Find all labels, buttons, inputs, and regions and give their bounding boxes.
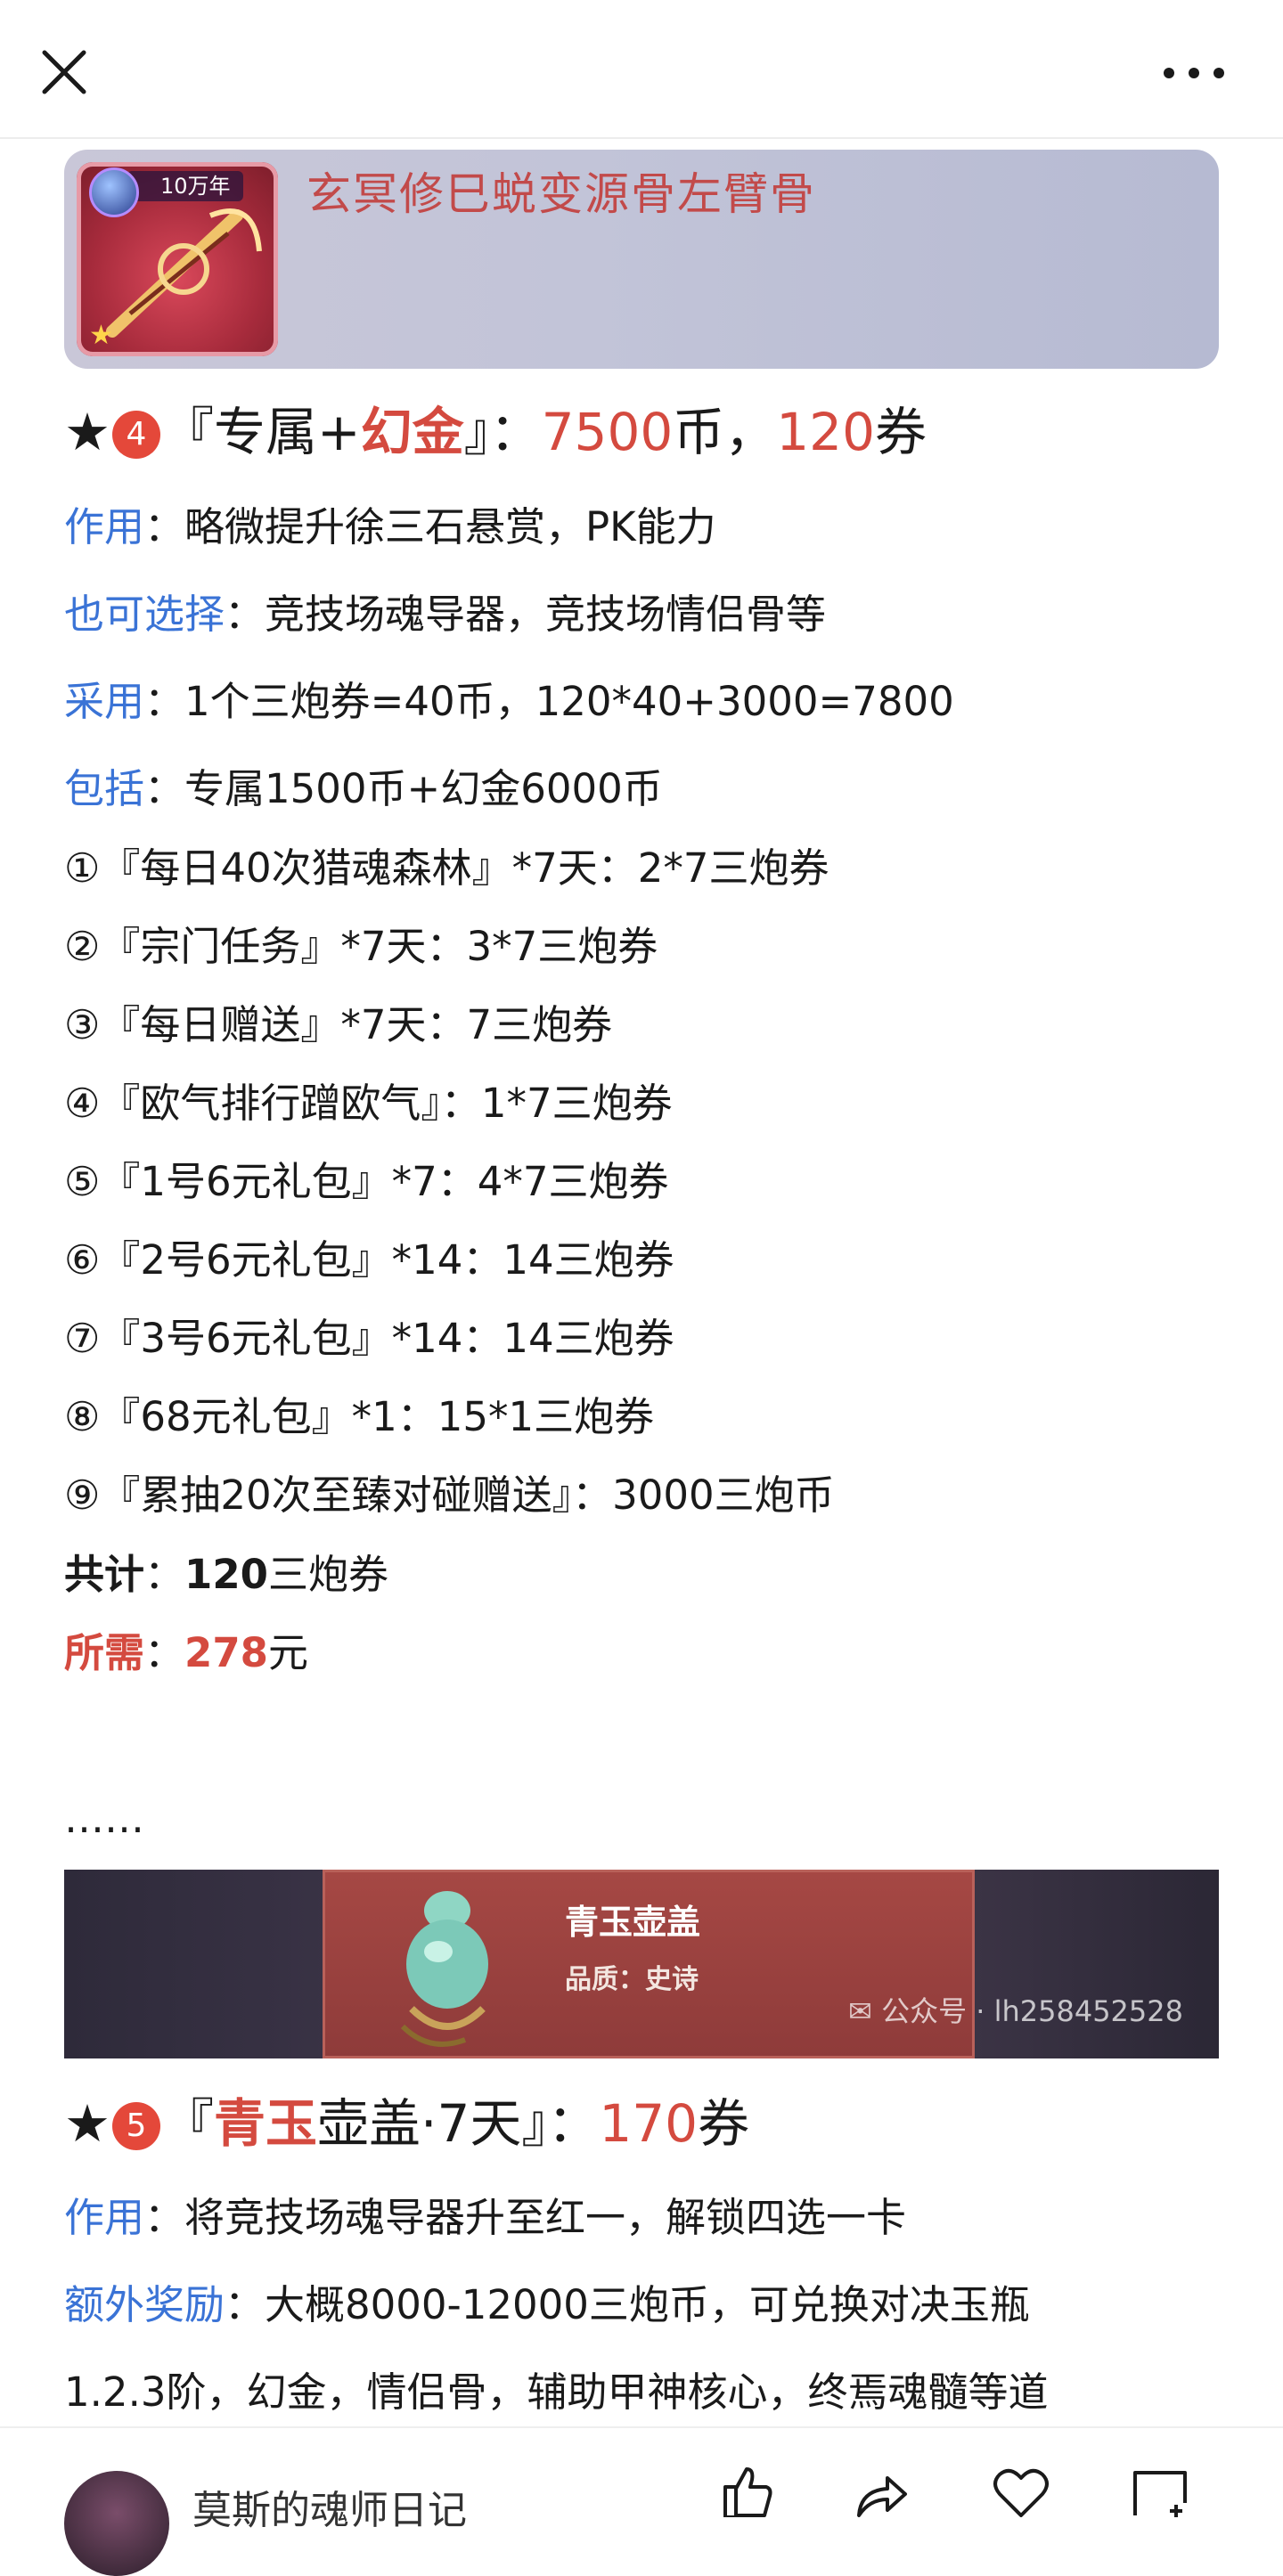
use-label: 采用 — [64, 678, 145, 725]
close-button[interactable] — [32, 40, 96, 104]
comment-icon — [1133, 2471, 1187, 2517]
jade-lid-icon — [400, 1891, 488, 2047]
bone-weapon-icon: ★ — [89, 208, 262, 351]
list-item: ①『每日40次猎魂森林』*7天：2*7三炮券 — [64, 844, 829, 892]
wechat-icon: ✉ — [848, 1994, 882, 2028]
more-icon — [1164, 68, 1174, 78]
total-line: 共计：120三炮券 — [64, 1551, 388, 1598]
watermark: ✉ 公众号 · lh258452528 — [848, 1994, 1183, 2028]
section-heading-5: ★ 5 『青玉壶盖·7天』：170券 — [64, 2093, 750, 2154]
list-item: ④『欧气排行蹭欧气』：1*7三炮券 — [64, 1080, 673, 1127]
number-badge: 5 — [112, 2102, 160, 2150]
list-item: ⑧『68元礼包』*1：15*1三炮券 — [64, 1393, 655, 1440]
star-glyph: ★ — [64, 402, 110, 462]
list-item: ②『宗门任务』*7天：3*7三炮券 — [64, 923, 658, 970]
share-icon — [857, 2476, 907, 2517]
section-heading-4: ★ 4 『专属+幻金』：7500币，120券 — [64, 402, 927, 462]
need-line: 所需：278元 — [64, 1629, 308, 1676]
list-item: ⑥『2号6元礼包』*14：14三炮券 — [64, 1236, 674, 1284]
item-banner-bone: 10万年 ★ 玄冥修巳蜕变源骨左臂骨 — [64, 150, 1219, 369]
effect-label: 作用 — [64, 503, 145, 550]
alternative-label: 也可选择 — [64, 591, 225, 638]
item-card-image: 10万年 ★ — [77, 162, 278, 356]
use-line: 采用：1个三炮券=40币，120*40+3000=7800 — [64, 678, 954, 725]
include-line: 包括：专属1500币+幻金6000币 — [64, 765, 663, 812]
top-bar — [0, 0, 1283, 139]
highlight-text: 幻金 — [360, 402, 464, 462]
need-label: 所需 — [64, 1629, 145, 1676]
list-item: ⑦『3号6元礼包』*14：14三炮券 — [64, 1315, 674, 1362]
more-button[interactable] — [1158, 55, 1230, 91]
svg-text:★: ★ — [89, 320, 113, 351]
number-badge: 4 — [112, 411, 160, 459]
bottom-bar: 莫斯的魂师日记 — [0, 2426, 1283, 2576]
comment-button[interactable] — [1128, 2464, 1192, 2517]
author-name[interactable]: 莫斯的魂师日记 — [192, 2478, 467, 2535]
extra-reward-continued: 1.2.3阶，幻金，情侣骨，辅助甲神核心，终焉魂髓等道 — [64, 2368, 1049, 2416]
item-panel: 青玉壶盖 品质：史诗 — [323, 1870, 975, 2058]
close-icon — [42, 50, 86, 94]
total-label: 共计 — [64, 1551, 145, 1598]
star-glyph: ★ — [64, 2093, 110, 2154]
need-value: 278 — [184, 1629, 268, 1676]
extra-reward-line: 额外奖励：大概8000-12000三炮币，可兑换对决玉瓶 — [64, 2281, 1030, 2328]
share-button[interactable] — [848, 2464, 912, 2517]
effect-label: 作用 — [64, 2194, 145, 2241]
ellipsis-text: …… — [64, 1795, 144, 1842]
include-label: 包括 — [64, 765, 145, 812]
effect-line: 作用：略微提升徐三石悬赏，PK能力 — [64, 503, 716, 550]
heart-icon — [993, 2468, 1049, 2517]
highlight-text: 青玉 — [214, 2093, 318, 2154]
list-item: ⑤『1号6元礼包』*7：4*7三炮券 — [64, 1158, 669, 1205]
like-button[interactable] — [713, 2464, 777, 2519]
list-item: ③『每日赠送』*7天：7三炮券 — [64, 1001, 613, 1048]
item-banner-jade-lid: 青玉壶盖 品质：史诗 ✉ 公众号 · lh258452528 — [64, 1870, 1219, 2058]
alternative-line: 也可选择：竞技场魂导器，竞技场情侣骨等 — [64, 591, 827, 638]
banner-title: 玄冥修巳蜕变源骨左臂骨 — [306, 168, 816, 220]
effect-line: 作用：将竞技场魂导器升至红一，解锁四选一卡 — [64, 2194, 907, 2241]
thumbs-up-icon — [723, 2467, 772, 2519]
item-name: 青玉壶盖 — [565, 1902, 701, 1942]
tickets-value: 120 — [776, 402, 875, 462]
list-item: ⑨『累抽20次至臻对碰赠送』：3000三炮币 — [64, 1471, 835, 1519]
item-quality: 品质：史诗 — [565, 1964, 699, 1995]
author-avatar[interactable] — [64, 2471, 169, 2576]
tickets-value: 170 — [599, 2093, 699, 2154]
extra-reward-label: 额外奖励 — [64, 2281, 225, 2328]
coins-value: 7500 — [541, 402, 674, 462]
favorite-button[interactable] — [989, 2464, 1053, 2517]
total-value: 120 — [184, 1551, 268, 1598]
